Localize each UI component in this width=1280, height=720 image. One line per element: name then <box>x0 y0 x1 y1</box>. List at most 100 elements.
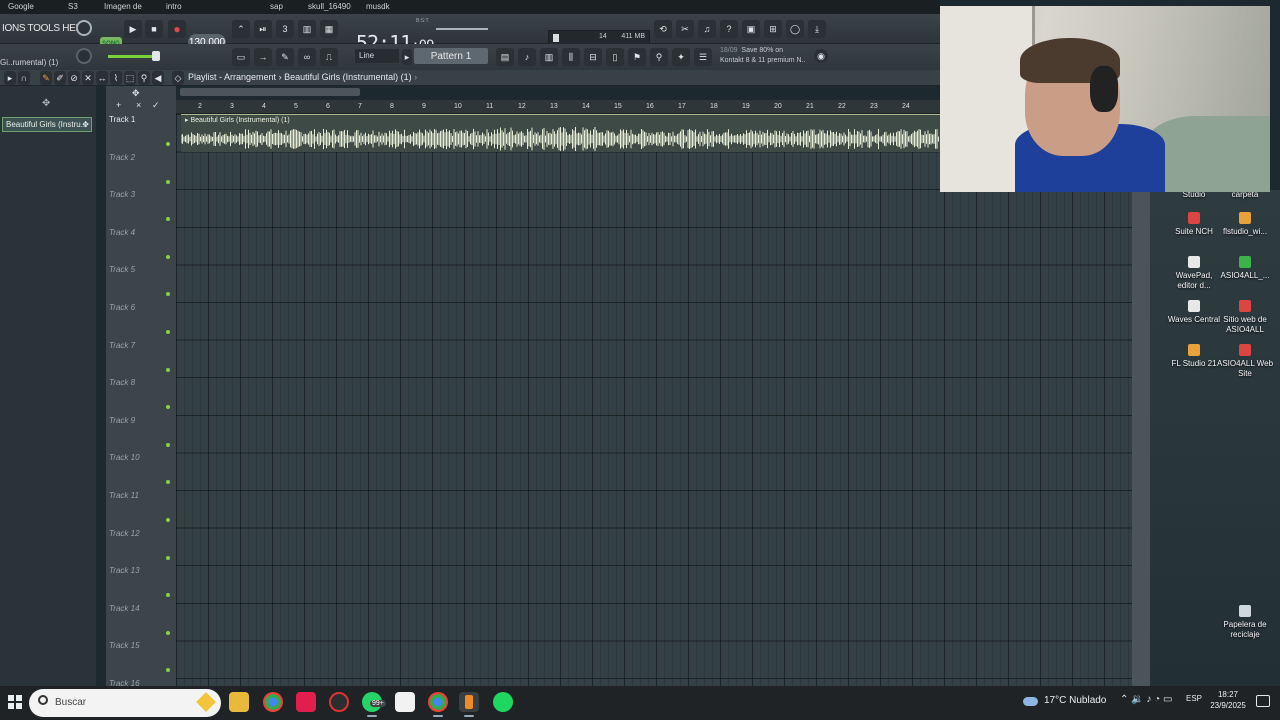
draw-tool-icon[interactable]: ✎ <box>40 71 52 85</box>
whatsapp-icon[interactable]: 99+ <box>362 692 386 717</box>
opera-icon[interactable] <box>329 692 349 712</box>
clock[interactable]: 18:27 23/9/2025 <box>1208 689 1248 711</box>
master-pitch-knob[interactable] <box>76 20 92 36</box>
desktop-shortcut[interactable]: WavePad, editor d... <box>1165 256 1223 291</box>
pencil-icon[interactable]: ✎ <box>276 48 294 66</box>
online-status-icon[interactable]: ◉ <box>814 49 828 63</box>
language-indicator[interactable]: ESP <box>1186 694 1202 703</box>
track-enable-dot[interactable] <box>166 179 170 184</box>
select-tool-icon[interactable]: ⬚ <box>124 71 136 85</box>
track-label[interactable]: Track 12 <box>109 529 140 538</box>
track-label[interactable]: Track 3 <box>109 190 135 199</box>
cut-tool-icon[interactable]: ✂ <box>676 20 694 38</box>
desktop-shortcut[interactable]: Waves Central <box>1165 300 1223 325</box>
wait-for-input-icon[interactable]: ⏯ <box>254 20 272 38</box>
pattern-prev-icon[interactable]: ▸ <box>402 49 412 65</box>
track-enable-dot[interactable] <box>166 254 170 259</box>
chat-icon[interactable]: ◯ <box>786 20 804 38</box>
desktop-shortcut[interactable]: Papelera de reciclaje <box>1216 605 1274 640</box>
track-enable-dot[interactable] <box>166 555 170 560</box>
snap-selector[interactable]: Line <box>355 49 399 63</box>
news-hint[interactable]: 18/09 Save 80% on Kontakt 8 & 11 premium… <box>720 46 805 66</box>
desktop-icon-label[interactable]: intro <box>166 2 182 11</box>
magnet-icon[interactable]: ∩ <box>18 71 30 85</box>
check-icon[interactable]: ✓ <box>152 100 160 111</box>
piano-roll-icon[interactable]: ♪ <box>518 48 536 66</box>
chrome-profile-icon[interactable] <box>428 692 448 717</box>
master-volume-slider[interactable] <box>436 28 488 30</box>
track-enable-dot[interactable] <box>166 630 170 635</box>
weather-text[interactable]: 17°C Nublado <box>1022 695 1106 706</box>
mixer-window-icon[interactable]: ⫼ <box>562 48 580 66</box>
master-volume-knob[interactable] <box>76 48 92 64</box>
desktop-icon-label[interactable]: skull_16490 <box>308 2 351 11</box>
desktop-shortcut[interactable]: Suite NCH <box>1165 212 1223 237</box>
playlist-grid[interactable] <box>176 114 1134 686</box>
timeline-ruler[interactable]: 2 3 4 5 6 7 8 9 10 11 12 13 14 15 16 17 18 19 20 21 22 23 24 <box>176 88 940 114</box>
track-label[interactable]: Track 13 <box>109 566 140 575</box>
channel-rack-icon[interactable]: ▥ <box>540 48 558 66</box>
vertical-scrollbar[interactable] <box>1132 114 1150 686</box>
touch-controller-icon[interactable]: ✦ <box>672 48 690 66</box>
undo-history-icon[interactable]: ⟲ <box>654 20 672 38</box>
record-icon[interactable]: ● <box>168 20 186 38</box>
desktop-shortcut[interactable]: Sitio web de ASIO4ALL <box>1216 300 1274 335</box>
start-button[interactable] <box>8 695 22 709</box>
track-label[interactable]: Track 7 <box>109 341 135 350</box>
horizontal-scrollbar[interactable] <box>180 88 360 96</box>
plugin-database-icon[interactable]: ▯ <box>606 48 624 66</box>
microphone-icon[interactable]: ♫ <box>698 20 716 38</box>
taskbar-search[interactable]: Buscar <box>29 689 221 717</box>
help-icon[interactable]: ? <box>720 20 738 38</box>
desktop-shortcut[interactable]: flstudio_wi... <box>1216 212 1274 237</box>
arrow-right-icon[interactable]: → <box>254 48 272 66</box>
track-enable-dot[interactable] <box>166 518 170 522</box>
track-enable-dot[interactable] <box>166 142 170 146</box>
chrome-icon[interactable] <box>263 692 283 712</box>
stop-icon[interactable]: ■ <box>145 20 163 38</box>
main-menu[interactable]: IONS TOOLS HELP <box>2 23 87 34</box>
slice-tool-icon[interactable]: ⌇ <box>110 71 122 85</box>
system-tray[interactable]: ⌃ 🔉 ♪ ◔ ▭ <box>1120 694 1172 705</box>
spotify-icon[interactable] <box>493 692 513 712</box>
desktop-shortcut[interactable]: FL Studio 21 <box>1165 344 1223 369</box>
arrangement-icon[interactable]: ◇ <box>172 71 184 85</box>
picker-move-icon[interactable]: ✥ <box>42 98 50 109</box>
step-edit-icon[interactable]: ▥ <box>298 20 316 38</box>
audio-clip[interactable]: ▸ Beautiful Girls (Instrumental) (1) <box>181 114 940 152</box>
mixer-icon[interactable]: ⊞ <box>764 20 782 38</box>
desktop-icon-label[interactable]: musdk <box>366 2 390 11</box>
track-label[interactable]: Track 15 <box>109 641 140 650</box>
track-label[interactable]: Track 6 <box>109 303 135 312</box>
desktop-icon-label[interactable]: S3 <box>68 2 78 11</box>
playlist-window-icon[interactable]: ▤ <box>496 48 514 66</box>
track-label[interactable]: Track 1 <box>109 115 135 124</box>
close-track-icon[interactable]: × <box>136 100 141 110</box>
tiktok-icon[interactable] <box>296 692 316 712</box>
track-label[interactable]: Track 11 <box>109 491 139 500</box>
track-move-icon[interactable]: ✥ <box>132 88 140 99</box>
slip-tool-icon[interactable]: ↔ <box>96 71 108 85</box>
performance-mode-icon[interactable]: ⚲ <box>650 48 668 66</box>
browser-icon[interactable]: ⊟ <box>584 48 602 66</box>
save-icon[interactable]: ▣ <box>742 20 760 38</box>
notifications-icon[interactable] <box>1256 695 1270 707</box>
track-label[interactable]: Track 5 <box>109 265 135 274</box>
download-icon[interactable]: ⤓ <box>808 20 826 38</box>
track-label[interactable]: Track 14 <box>109 604 140 613</box>
desktop-shortcut[interactable]: ASIO4ALL_... <box>1216 256 1274 281</box>
metronome-icon[interactable]: ⌃ <box>232 20 250 38</box>
track-label[interactable]: Track 4 <box>109 228 135 237</box>
desktop-icon-label[interactable]: sap <box>270 2 283 11</box>
desktop-icon-label[interactable]: Google <box>8 2 34 11</box>
plugin-picker-icon[interactable]: ⚑ <box>628 48 646 66</box>
piano-keys-icon[interactable]: ▭ <box>232 48 250 66</box>
file-explorer-icon[interactable] <box>229 692 249 712</box>
fl-studio-taskbar-icon[interactable] <box>459 692 479 717</box>
mute-tool-icon[interactable]: ✕ <box>82 71 94 85</box>
desktop-shortcut[interactable]: ASIO4ALL Web Site <box>1216 344 1274 379</box>
playlist-menu-icon[interactable]: ▸ <box>4 71 16 85</box>
volume-slider-knob[interactable] <box>152 51 160 61</box>
track-label[interactable]: Track 9 <box>109 416 135 425</box>
track-label[interactable]: Track 8 <box>109 378 135 387</box>
